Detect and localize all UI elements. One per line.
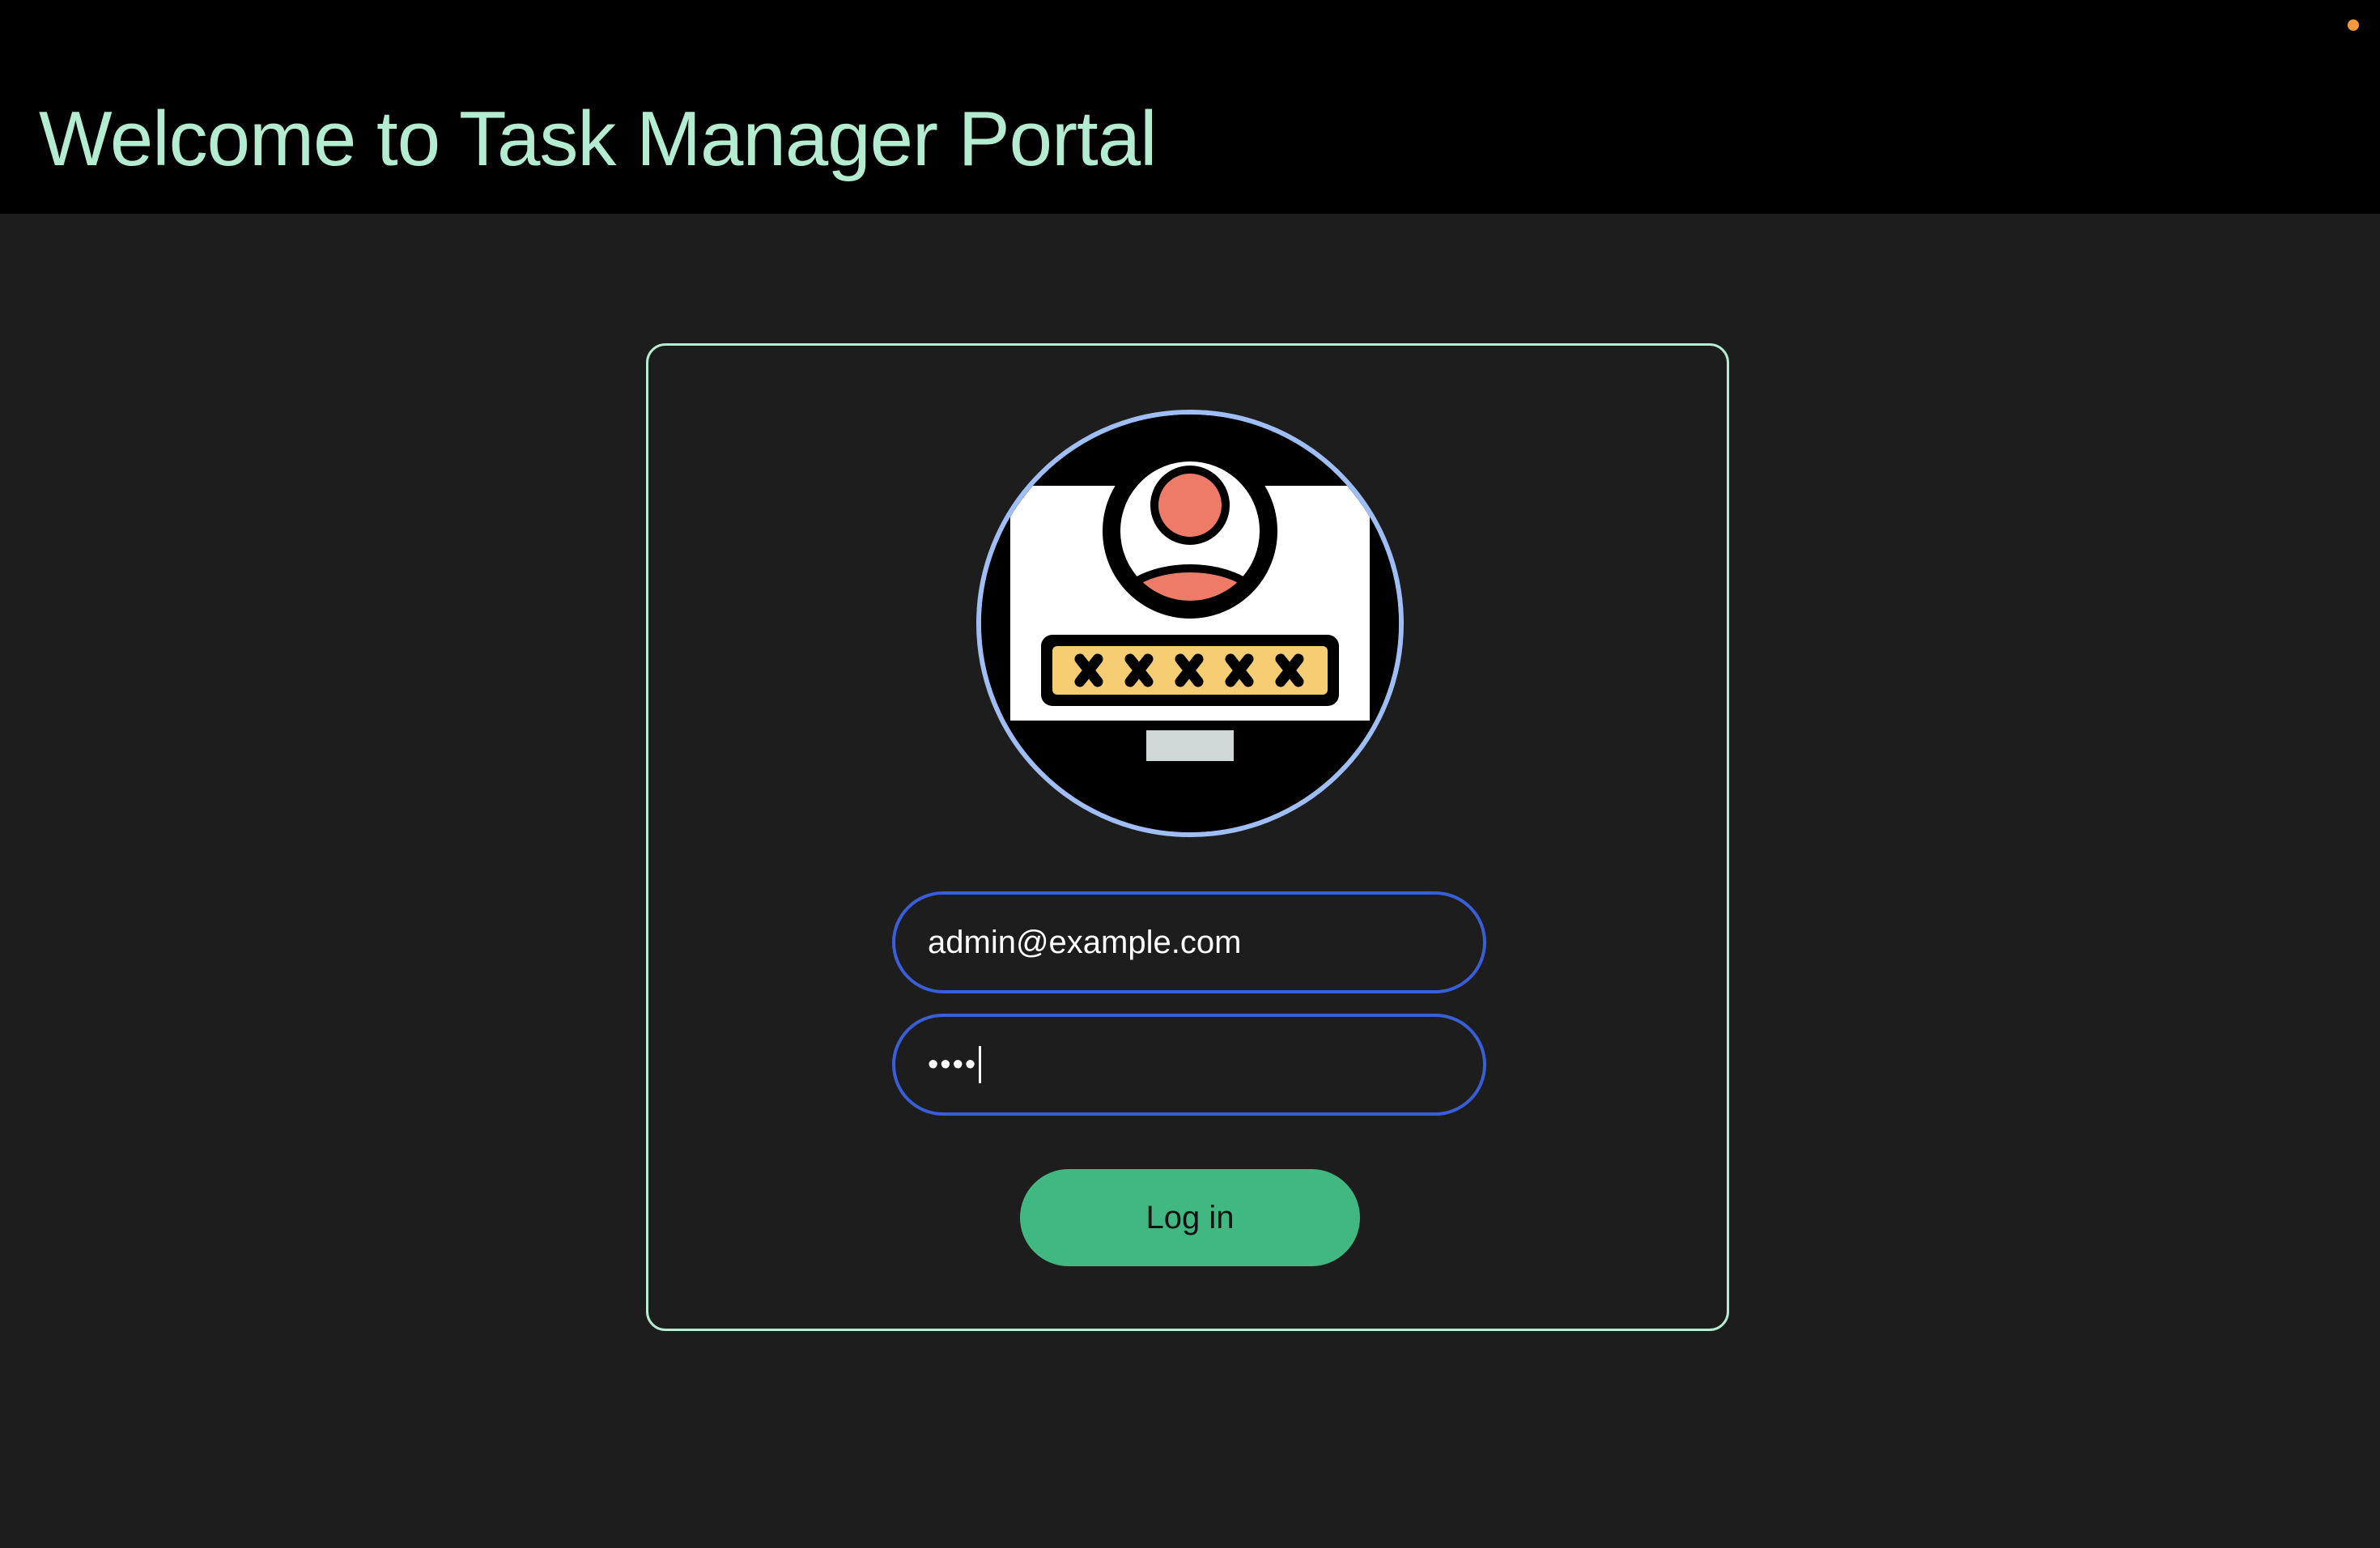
avatar-illustration	[981, 415, 1399, 832]
password-value: ••••	[928, 1047, 978, 1082]
header-bar: Welcome to Task Manager Portal	[0, 0, 2380, 214]
email-field[interactable]: admin@example.com	[892, 891, 1486, 993]
page-title: Welcome to Task Manager Portal	[39, 96, 1157, 182]
text-caret	[979, 1046, 982, 1083]
password-field[interactable]: ••••	[892, 1014, 1486, 1116]
email-value: admin@example.com	[928, 924, 1242, 960]
login-button[interactable]: Log in	[1020, 1169, 1360, 1266]
status-dot-icon	[2348, 19, 2359, 31]
user-login-monitor-icon	[976, 410, 1404, 837]
